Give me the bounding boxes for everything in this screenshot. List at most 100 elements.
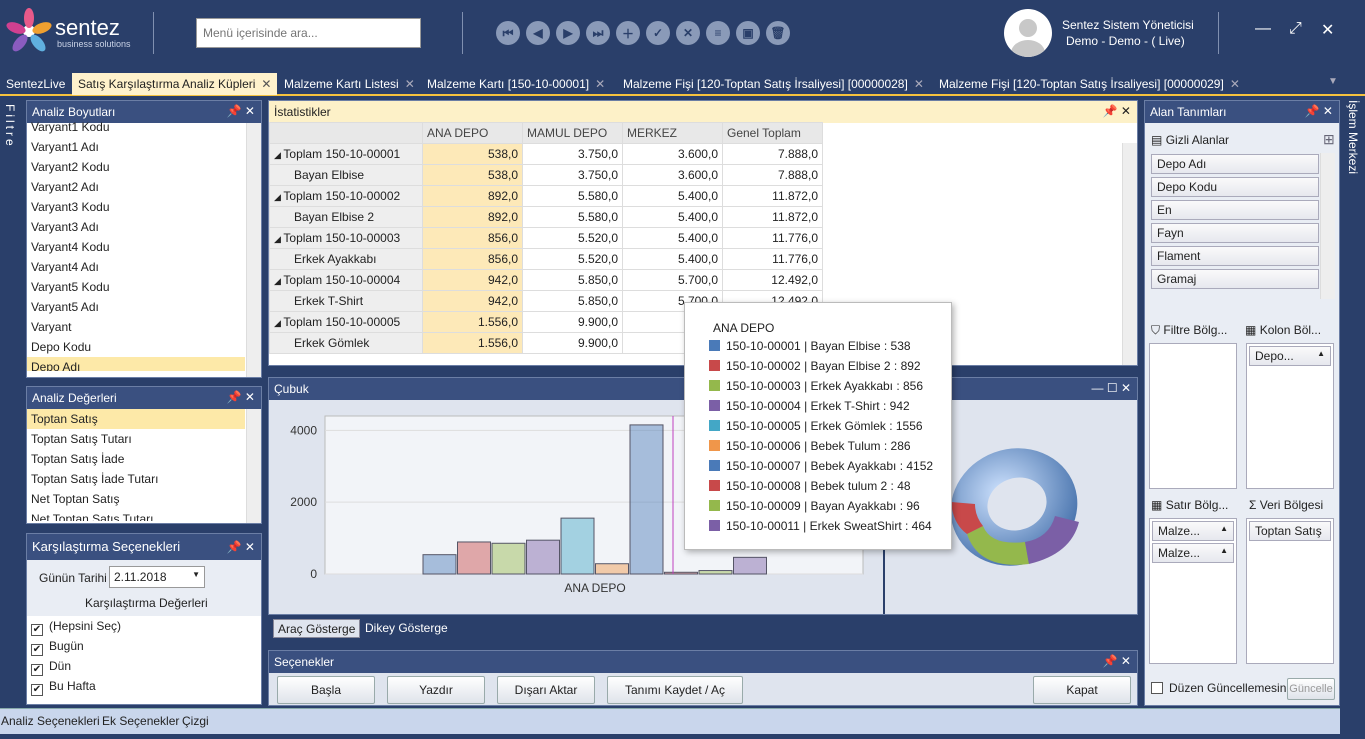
value-item[interactable]: Toptan Satış İade Tutarı xyxy=(27,469,245,489)
collapse-icon[interactable]: ◢ xyxy=(274,192,283,202)
row-header[interactable]: Erkek T-Shirt xyxy=(269,290,423,312)
panel-controls[interactable]: 📌 ✕ xyxy=(1103,654,1131,668)
filter-side-tab[interactable]: Filtre xyxy=(3,104,17,149)
bar[interactable] xyxy=(457,541,491,575)
collapse-icon[interactable]: ◢ xyxy=(274,234,283,244)
dimension-item[interactable]: Varyant3 Kodu xyxy=(27,197,245,217)
disari-aktar-button[interactable]: Dışarı Aktar xyxy=(497,676,595,704)
yazdir-button[interactable]: Yazdır xyxy=(387,676,485,704)
previous-record-icon[interactable]: ◀ xyxy=(526,21,550,45)
hidden-field-item[interactable]: Depo Kodu xyxy=(1151,177,1319,197)
close-tab-icon[interactable]: ✕ xyxy=(261,77,271,91)
comparison-check-item[interactable]: ✔ Bugün xyxy=(27,636,261,656)
hidden-field-item[interactable]: En xyxy=(1151,200,1319,220)
panel-controls[interactable]: 📌 ✕ xyxy=(227,540,255,554)
panel-controls[interactable]: 📌 ✕ xyxy=(1103,104,1131,118)
dimension-item[interactable]: Varyant4 Kodu xyxy=(27,237,245,257)
list-icon[interactable]: ≡ xyxy=(706,21,730,45)
satir-drop-zone[interactable]: Malze... ▲ Malze... ▲ xyxy=(1149,518,1237,664)
close-tab-icon[interactable]: ✕ xyxy=(1230,77,1240,91)
panel-controls[interactable]: 📌 ✕ xyxy=(227,390,255,404)
dimension-item[interactable]: Varyant3 Adı xyxy=(27,217,245,237)
hidden-field-item[interactable]: Depo Adı xyxy=(1151,154,1319,174)
column-header[interactable]: MAMUL DEPO xyxy=(522,122,623,144)
scrollbar[interactable] xyxy=(246,123,261,377)
grid-row[interactable]: ◢ Toplam 150-10-00004 942,0 5.850,0 5.700,0… xyxy=(269,269,823,291)
row-header[interactable]: Erkek Ayakkabı xyxy=(269,248,423,270)
first-record-icon[interactable]: ⏮ xyxy=(496,21,520,45)
value-item[interactable]: Toptan Satış xyxy=(27,409,245,429)
value-item[interactable]: Net Toptan Satış Tutarı xyxy=(27,509,245,521)
row-header[interactable]: ◢ Toplam 150-10-00005 xyxy=(269,311,423,333)
grid-row[interactable]: Erkek Ayakkabı 856,0 5.520,0 5.400,0 11.776,… xyxy=(269,248,823,270)
grid-scrollbar[interactable] xyxy=(1122,143,1137,365)
dimension-item[interactable]: Varyant xyxy=(27,317,245,337)
row-header[interactable]: ◢ Toplam 150-10-00003 xyxy=(269,227,423,249)
scrollbar[interactable] xyxy=(1320,153,1335,299)
tab-malzeme-karti-listesi[interactable]: Malzeme Kartı Listesi ✕ xyxy=(278,73,421,95)
bar[interactable] xyxy=(629,424,664,575)
kolon-drop-zone[interactable]: Depo... ▲ xyxy=(1246,343,1334,489)
tab-malzeme-fisi-29[interactable]: Malzeme Fişi [120-Toptan Satış İrsaliyes… xyxy=(933,73,1246,95)
close-tab-icon[interactable]: ✕ xyxy=(914,77,924,91)
play-icon[interactable]: ▶ xyxy=(556,21,580,45)
panel-controls[interactable]: — ☐ ✕ xyxy=(1092,381,1131,395)
user-avatar[interactable] xyxy=(1004,9,1052,57)
analiz-secenekleri-link[interactable]: Analiz Seçenekleri xyxy=(1,714,100,728)
bar[interactable] xyxy=(560,517,595,575)
kapat-button[interactable]: Kapat xyxy=(1033,676,1131,704)
close-tab-icon[interactable]: ✕ xyxy=(405,77,415,91)
value-item[interactable]: Toptan Satış Tutarı xyxy=(27,429,245,449)
column-header[interactable]: ANA DEPO xyxy=(422,122,523,144)
layout-icon[interactable]: ⊞ xyxy=(1323,131,1335,148)
bar[interactable] xyxy=(595,563,629,575)
satir-field[interactable]: Malze... ▲ xyxy=(1152,543,1234,563)
dimension-item[interactable]: Varyant5 Adı xyxy=(27,297,245,317)
panel-controls[interactable]: 📌 ✕ xyxy=(1305,104,1333,118)
bar[interactable] xyxy=(526,539,560,575)
tab-malzeme-fisi-28[interactable]: Malzeme Fişi [120-Toptan Satış İrsaliyes… xyxy=(617,73,930,95)
row-header[interactable]: Erkek Gömlek xyxy=(269,332,423,354)
tab-overflow-icon[interactable]: ▼ xyxy=(1328,76,1338,87)
hidden-field-item[interactable]: Flament xyxy=(1151,246,1319,266)
hidden-field-item[interactable]: Gramaj xyxy=(1151,269,1319,289)
grid-row[interactable]: Bayan Elbise 2 892,0 5.580,0 5.400,0 11.872,… xyxy=(269,206,823,228)
cancel-icon[interactable]: ✕ xyxy=(676,21,700,45)
scrollbar[interactable] xyxy=(246,409,261,523)
column-header[interactable]: MERKEZ xyxy=(622,122,723,144)
panel-controls[interactable]: 📌 ✕ xyxy=(227,104,255,118)
dimension-item[interactable]: Varyant4 Adı xyxy=(27,257,245,277)
add-icon[interactable]: ＋ xyxy=(616,21,640,45)
bar[interactable] xyxy=(491,542,526,575)
menu-search-input[interactable] xyxy=(196,18,421,48)
filtre-drop-zone[interactable] xyxy=(1149,343,1237,489)
cizgi-link[interactable]: Çizgi xyxy=(182,714,209,728)
satir-field[interactable]: Malze... ▲ xyxy=(1152,521,1234,541)
close-window-icon[interactable]: ✕ xyxy=(1321,20,1334,40)
close-tab-icon[interactable]: ✕ xyxy=(595,77,605,91)
comparison-check-item[interactable]: ✔ Dün xyxy=(27,656,261,676)
grid-row[interactable]: Bayan Elbise 538,0 3.750,0 3.600,0 7.888,0 xyxy=(269,164,823,186)
bar[interactable] xyxy=(698,570,733,575)
column-header[interactable]: Genel Toplam xyxy=(722,122,823,144)
check-icon[interactable]: ✓ xyxy=(646,21,670,45)
islem-merkezi-side-tab[interactable]: İşlem Merkezi xyxy=(1346,100,1360,174)
comparison-check-item[interactable]: ✔ Bu Hafta xyxy=(27,676,261,696)
date-picker[interactable]: 2.11.2018 ▼ xyxy=(109,566,205,588)
restore-icon[interactable]: ⤢ xyxy=(1289,20,1302,38)
ek-secenekler-link[interactable]: Ek Seçenekler xyxy=(102,714,179,728)
tab-malzeme-karti[interactable]: Malzeme Kartı [150-10-00001] ✕ xyxy=(421,73,611,95)
row-header[interactable]: ◢ Toplam 150-10-00001 xyxy=(269,143,423,165)
grid-row[interactable]: ◢ Toplam 150-10-00002 892,0 5.580,0 5.400,0… xyxy=(269,185,823,207)
grid-row[interactable]: ◢ Toplam 150-10-00001 538,0 3.750,0 3.600,0… xyxy=(269,143,823,165)
value-item[interactable]: Net Toptan Satış xyxy=(27,489,245,509)
collapse-icon[interactable]: ◢ xyxy=(274,276,283,286)
row-header[interactable]: ◢ Toplam 150-10-00004 xyxy=(269,269,423,291)
tanimi-kaydet-button[interactable]: Tanımı Kaydet / Aç xyxy=(607,676,743,704)
kolon-field[interactable]: Depo... ▲ xyxy=(1249,346,1331,366)
bar[interactable] xyxy=(422,554,457,575)
dimension-item[interactable]: Varyant2 Adı xyxy=(27,177,245,197)
row-header[interactable]: Bayan Elbise 2 xyxy=(269,206,423,228)
guncelle-button[interactable]: Güncelle xyxy=(1287,678,1335,700)
trash-icon[interactable]: 🗑 xyxy=(766,21,790,45)
